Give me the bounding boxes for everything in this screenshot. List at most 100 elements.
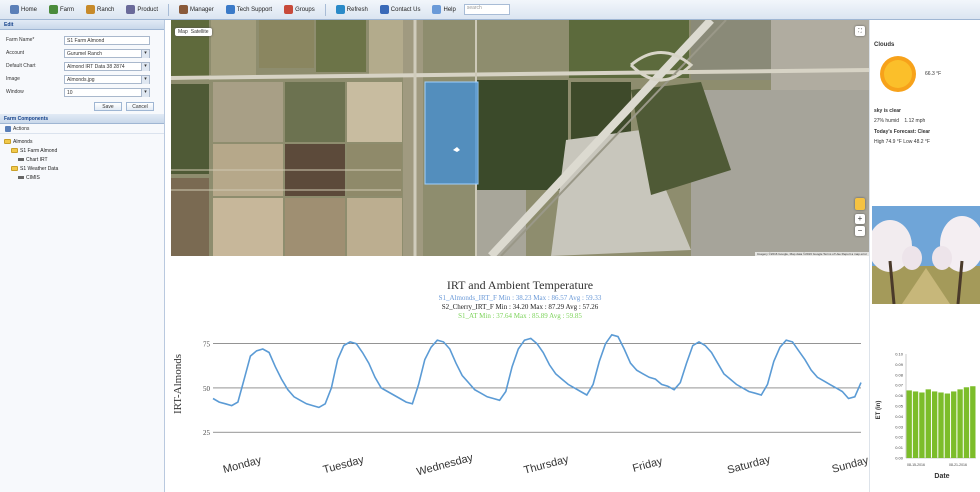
toolbar-ranch-button[interactable]: Ranch (82, 4, 118, 15)
et-bar (970, 386, 976, 458)
satellite-map[interactable]: Map Satellite ⛶ + − Imagery ©2016 Google… (171, 20, 869, 256)
form-row: Farm Name* S1 Farm Almond (6, 34, 158, 46)
et-y-tick: 0.10 (895, 352, 904, 357)
form-select[interactable]: Almonds.jpg ▾ (64, 74, 150, 84)
et-bar (925, 389, 931, 458)
form-select[interactable]: Almond IRT Data 38 2874 ▾ (64, 61, 150, 71)
fullscreen-button[interactable]: ⛶ (855, 26, 865, 36)
chevron-down-icon[interactable]: ▾ (141, 62, 149, 71)
toolbar-manager-button[interactable]: Manager (175, 4, 218, 15)
et-y-tick: 0.01 (895, 445, 904, 450)
manager-icon (179, 5, 189, 14)
form-value: Gurumel Ranch (67, 50, 103, 57)
toolbar-tech-support-button[interactable]: Tech Support (222, 4, 276, 15)
folder-icon (4, 139, 11, 144)
map-type-satellite[interactable]: Satellite (191, 29, 209, 35)
pegman-icon[interactable] (855, 198, 865, 210)
x-tick-label: Saturday (726, 453, 772, 476)
map-imagery (171, 20, 869, 256)
toolbar-farm-button[interactable]: Farm (45, 4, 78, 15)
form-select[interactable]: Gurumel Ranch ▾ (64, 48, 150, 58)
et-bar (938, 392, 944, 458)
et-y-tick: 0.07 (895, 383, 904, 388)
toolbar-label: Groups (295, 6, 315, 13)
tree-node[interactable]: S1 Weather Data (4, 164, 160, 173)
weather-temp: 66.3 °F (925, 71, 942, 77)
toolbar-help-button[interactable]: Help (428, 4, 459, 15)
tree-node-label: Almonds (13, 138, 33, 145)
form-value: S1 Farm Almond (67, 37, 105, 44)
et-y-tick: 0.09 (895, 362, 904, 367)
chevron-down-icon[interactable]: ▾ (141, 49, 149, 58)
et-y-tick: 0.04 (895, 414, 904, 419)
zoom-out-button[interactable]: − (855, 226, 865, 236)
weather-forecast: Today's Forecast: Clear (874, 129, 931, 135)
tree-node[interactable]: Chart IRT (4, 155, 160, 164)
et-y-tick: 0.06 (895, 393, 904, 398)
top-toolbar: Home Farm Ranch Product Manager Tech Support G… (0, 0, 980, 20)
components-panel-title: Farm Components (0, 114, 164, 124)
form-label: Window (6, 89, 24, 95)
toolbar-groups-button[interactable]: Groups (280, 4, 319, 15)
refresh-icon (335, 5, 345, 14)
form-row: Image Almonds.jpg ▾ (6, 73, 158, 85)
form-row: Account Gurumel Ranch ▾ (6, 47, 158, 59)
zoom-in-button[interactable]: + (855, 214, 865, 224)
toolbar-separator (168, 3, 170, 16)
y-tick-label: 25 (203, 429, 211, 437)
help-icon (432, 5, 442, 14)
et-y-tick: 0.05 (895, 404, 904, 409)
toolbar-home-button[interactable]: Home (6, 4, 41, 15)
form-row: Window 10 ▾ (6, 86, 158, 98)
folder-icon (11, 166, 18, 171)
toolbar-refresh-button[interactable]: Refresh (332, 4, 372, 15)
toolbar-label: Help (443, 6, 456, 13)
x-tick-label: Friday (631, 455, 664, 475)
map-type-control: Map Satellite (175, 28, 212, 36)
toolbar-label: Tech Support (236, 6, 273, 13)
ranch-icon (86, 5, 96, 14)
product-icon (126, 5, 136, 14)
save-button[interactable]: Save (94, 102, 122, 111)
chevron-down-icon[interactable]: ▾ (141, 88, 149, 97)
et-bar (944, 393, 951, 458)
et-bar (931, 391, 938, 458)
toolbar-label: Farm (60, 6, 75, 13)
actions-button[interactable]: Actions (13, 126, 29, 132)
farm-icon (49, 5, 59, 14)
x-tick-label: Wednesday (415, 452, 475, 479)
weather-wind: 1.12 mph (904, 118, 926, 124)
form-input[interactable]: S1 Farm Almond (64, 35, 150, 45)
form-label: Image (6, 76, 20, 82)
toolbar-product-button[interactable]: Product (122, 4, 162, 15)
toolbar-label: Refresh (346, 6, 368, 13)
tree-node[interactable]: Almonds (4, 137, 160, 146)
tree-node-label: CIMIS (26, 174, 40, 181)
x-tick-label: Sunday (831, 454, 869, 475)
form-value: 10 (67, 89, 73, 96)
form-value: Almond IRT Data 38 2874 (67, 63, 125, 70)
cancel-button[interactable]: Cancel (126, 102, 154, 111)
toolbar-contact-us-button[interactable]: Contact Us (376, 4, 425, 15)
form-buttons: Save Cancel (6, 102, 158, 111)
components-tree: Almonds S1 Farm Almond Chart IRT S1 Weather… (0, 134, 164, 185)
toolbar-label: Contact Us (390, 6, 421, 13)
weather-panel: Clouds 66.3 °F sky is clear 27% humid 1.… (869, 20, 980, 492)
irt-plot: 75 50 25 IRT-Almonds Monday Tuesday Wednesday T… (172, 333, 869, 479)
toolbar-separator (324, 3, 326, 16)
actions-icon[interactable] (5, 125, 11, 132)
form-select[interactable]: 10 ▾ (64, 87, 150, 97)
form-row: Default Chart Almond IRT Data 38 2874 ▾ (6, 60, 158, 72)
chevron-down-icon[interactable]: ▾ (141, 75, 149, 84)
weather-current: 66.3 °F (870, 50, 980, 98)
tree-node[interactable]: CIMIS (4, 173, 160, 182)
irt-chart: IRT and Ambient Temperature S1_Almonds_I… (171, 256, 869, 492)
toolbar-label: Product (137, 6, 159, 13)
map-type-map[interactable]: Map (178, 29, 188, 35)
weather-humidity-wind: 27% humid 1.12 mph (870, 118, 980, 124)
toolbar-label: Manager (190, 6, 214, 13)
form-label: Default Chart (6, 63, 36, 69)
tree-node[interactable]: S1 Farm Almond (4, 146, 160, 155)
search-input[interactable]: search (463, 4, 510, 15)
et-bar (912, 391, 919, 458)
